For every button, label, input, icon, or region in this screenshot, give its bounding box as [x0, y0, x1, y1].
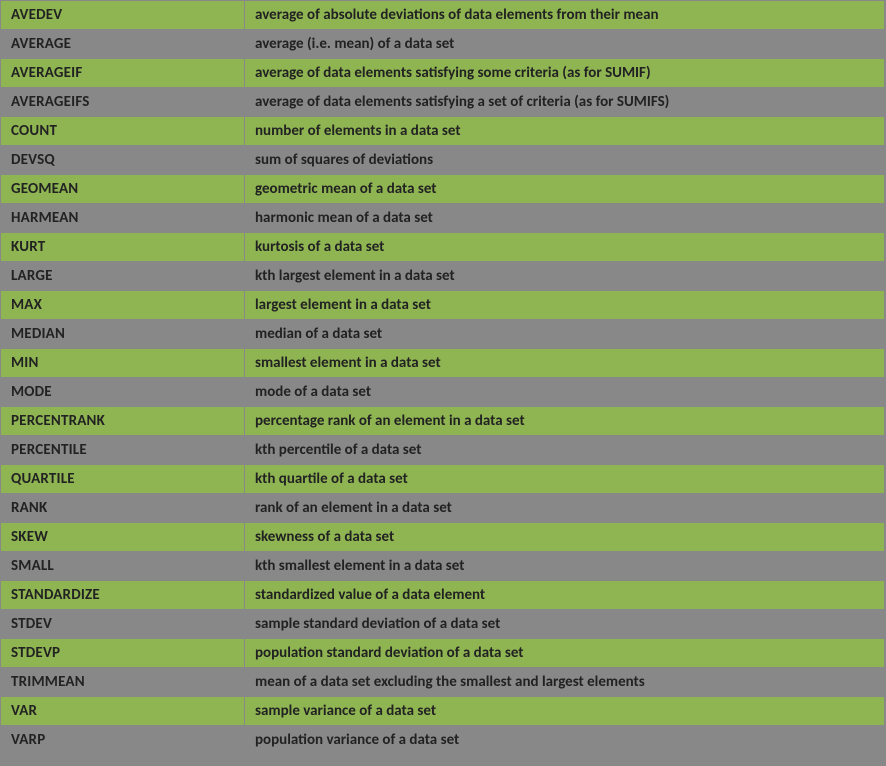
function-name-cell: KURT: [1, 233, 245, 262]
table-row: VARsample variance of a data set: [1, 697, 885, 726]
table-row: AVERAGEIFSaverage of data elements satis…: [1, 88, 885, 117]
table-row: DEVSQsum of squares of deviations: [1, 146, 885, 175]
function-description-cell: population variance of a data set: [245, 726, 885, 755]
table-row: SKEWskewness of a data set: [1, 523, 885, 552]
function-description-cell: largest element in a data set: [245, 291, 885, 320]
table-row: RANKrank of an element in a data set: [1, 494, 885, 523]
function-name-cell: TRIMMEAN: [1, 668, 245, 697]
function-name-cell: PERCENTRANK: [1, 407, 245, 436]
table-row: STDEVsample standard deviation of a data…: [1, 610, 885, 639]
function-name-cell: VAR: [1, 697, 245, 726]
function-description-cell: kurtosis of a data set: [245, 233, 885, 262]
function-name-cell: STDEV: [1, 610, 245, 639]
function-description-cell: harmonic mean of a data set: [245, 204, 885, 233]
function-description-cell: kth quartile of a data set: [245, 465, 885, 494]
function-name-cell: PERCENTILE: [1, 436, 245, 465]
function-description-cell: number of elements in a data set: [245, 117, 885, 146]
function-description-cell: kth smallest element in a data set: [245, 552, 885, 581]
table-row: STDEVPpopulation standard deviation of a…: [1, 639, 885, 668]
functions-table-container: AVEDEVaverage of absolute deviations of …: [0, 0, 886, 766]
function-name-cell: MEDIAN: [1, 320, 245, 349]
function-name-cell: STANDARDIZE: [1, 581, 245, 610]
table-row: MEDIANmedian of a data set: [1, 320, 885, 349]
function-description-cell: mean of a data set excluding the smalles…: [245, 668, 885, 697]
function-description-cell: geometric mean of a data set: [245, 175, 885, 204]
function-description-cell: rank of an element in a data set: [245, 494, 885, 523]
function-name-cell: STDEVP: [1, 639, 245, 668]
table-row: PERCENTILEkth percentile of a data set: [1, 436, 885, 465]
function-description-cell: median of a data set: [245, 320, 885, 349]
function-description-cell: kth largest element in a data set: [245, 262, 885, 291]
table-row: SMALLkth smallest element in a data set: [1, 552, 885, 581]
table-row: TRIMMEANmean of a data set excluding the…: [1, 668, 885, 697]
table-row: COUNTnumber of elements in a data set: [1, 117, 885, 146]
function-description-cell: mode of a data set: [245, 378, 885, 407]
function-name-cell: AVEDEV: [1, 1, 245, 30]
function-name-cell: AVERAGEIFS: [1, 88, 245, 117]
table-bottom-bar: [1, 755, 885, 765]
function-description-cell: percentage rank of an element in a data …: [245, 407, 885, 436]
function-name-cell: COUNT: [1, 117, 245, 146]
function-name-cell: HARMEAN: [1, 204, 245, 233]
function-description-cell: smallest element in a data set: [245, 349, 885, 378]
function-name-cell: LARGE: [1, 262, 245, 291]
function-name-cell: SMALL: [1, 552, 245, 581]
table-row: AVEDEVaverage of absolute deviations of …: [1, 1, 885, 30]
table-row: AVERAGEaverage (i.e. mean) of a data set: [1, 30, 885, 59]
function-description-cell: skewness of a data set: [245, 523, 885, 552]
table-row: AVERAGEIFaverage of data elements satisf…: [1, 59, 885, 88]
table-row: LARGEkth largest element in a data set: [1, 262, 885, 291]
function-name-cell: GEOMEAN: [1, 175, 245, 204]
table-row: MINsmallest element in a data set: [1, 349, 885, 378]
table-row: GEOMEANgeometric mean of a data set: [1, 175, 885, 204]
function-name-cell: RANK: [1, 494, 245, 523]
function-name-cell: AVERAGEIF: [1, 59, 245, 88]
function-name-cell: QUARTILE: [1, 465, 245, 494]
function-description-cell: average of data elements satisfying some…: [245, 59, 885, 88]
function-description-cell: sum of squares of deviations: [245, 146, 885, 175]
function-name-cell: DEVSQ: [1, 146, 245, 175]
table-row: KURTkurtosis of a data set: [1, 233, 885, 262]
table-row: HARMEANharmonic mean of a data set: [1, 204, 885, 233]
function-description-cell: average of data elements satisfying a se…: [245, 88, 885, 117]
function-description-cell: average of absolute deviations of data e…: [245, 1, 885, 30]
table-row: QUARTILEkth quartile of a data set: [1, 465, 885, 494]
function-description-cell: average (i.e. mean) of a data set: [245, 30, 885, 59]
function-name-cell: MIN: [1, 349, 245, 378]
function-description-cell: sample standard deviation of a data set: [245, 610, 885, 639]
table-row: MAXlargest element in a data set: [1, 291, 885, 320]
table-row: MODEmode of a data set: [1, 378, 885, 407]
function-description-cell: standardized value of a data element: [245, 581, 885, 610]
function-name-cell: MODE: [1, 378, 245, 407]
function-description-cell: kth percentile of a data set: [245, 436, 885, 465]
function-name-cell: MAX: [1, 291, 245, 320]
function-name-cell: AVERAGE: [1, 30, 245, 59]
function-name-cell: VARP: [1, 726, 245, 755]
table-row: STANDARDIZEstandardized value of a data …: [1, 581, 885, 610]
function-description-cell: population standard deviation of a data …: [245, 639, 885, 668]
function-name-cell: SKEW: [1, 523, 245, 552]
functions-table: AVEDEVaverage of absolute deviations of …: [1, 1, 885, 755]
table-row: VARPpopulation variance of a data set: [1, 726, 885, 755]
table-row: PERCENTRANKpercentage rank of an element…: [1, 407, 885, 436]
function-description-cell: sample variance of a data set: [245, 697, 885, 726]
